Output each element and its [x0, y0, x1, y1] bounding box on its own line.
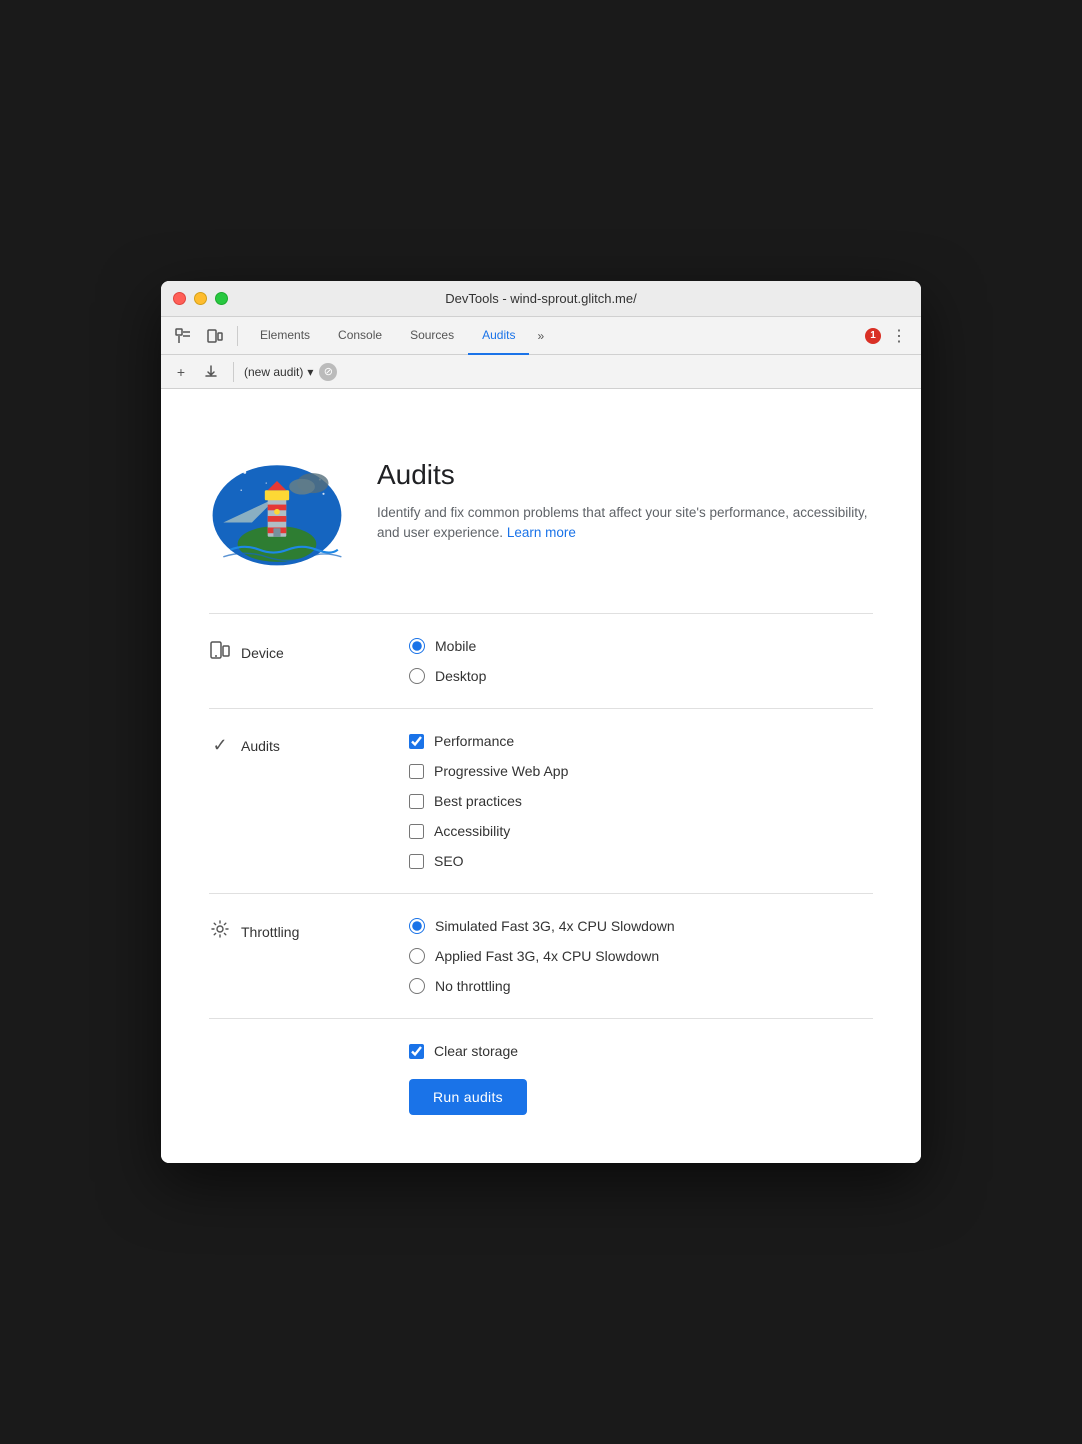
- device-label: Device: [209, 638, 409, 665]
- clear-storage-option[interactable]: Clear storage: [409, 1043, 518, 1059]
- device-desktop-radio[interactable]: [409, 668, 425, 684]
- device-mobile-label: Mobile: [435, 638, 476, 654]
- hero-section: Audits Identify and fix common problems …: [209, 421, 873, 581]
- device-mobile-option[interactable]: Mobile: [409, 638, 486, 654]
- throttling-applied-radio[interactable]: [409, 948, 425, 964]
- throttling-section: Throttling Simulated Fast 3G, 4x CPU Slo…: [209, 894, 873, 1019]
- gear-icon: [209, 920, 231, 943]
- hero-text: Audits Identify and fix common problems …: [377, 459, 873, 544]
- throttling-none-radio[interactable]: [409, 978, 425, 994]
- more-options-button[interactable]: ⋮: [885, 322, 913, 350]
- audit-pwa-label: Progressive Web App: [434, 763, 568, 779]
- lighthouse-illustration: [209, 421, 345, 581]
- throttling-simulated-label: Simulated Fast 3G, 4x CPU Slowdown: [435, 918, 675, 934]
- tab-sources[interactable]: Sources: [396, 317, 468, 355]
- throttling-applied-label: Applied Fast 3G, 4x CPU Slowdown: [435, 948, 659, 964]
- throttling-simulated-option[interactable]: Simulated Fast 3G, 4x CPU Slowdown: [409, 918, 675, 934]
- learn-more-link[interactable]: Learn more: [507, 525, 576, 540]
- audits-options: Performance Progressive Web App Best pra…: [409, 733, 568, 869]
- audit-performance-label: Performance: [434, 733, 514, 749]
- clear-storage-checkbox[interactable]: [409, 1044, 424, 1059]
- device-icon: [209, 640, 231, 665]
- bottom-section: Clear storage Run audits: [209, 1019, 873, 1123]
- audit-seo-checkbox[interactable]: [409, 854, 424, 869]
- new-audit-button[interactable]: +: [169, 360, 193, 384]
- audits-label: ✓ Audits: [209, 733, 409, 756]
- cancel-audit-button[interactable]: ⊘: [319, 363, 337, 381]
- tab-overflow-button[interactable]: »: [529, 317, 552, 355]
- audit-best-practices-option[interactable]: Best practices: [409, 793, 568, 809]
- main-content: Audits Identify and fix common problems …: [161, 389, 921, 1163]
- hero-title: Audits: [377, 459, 873, 491]
- tab-elements[interactable]: Elements: [246, 317, 324, 355]
- audit-selector[interactable]: (new audit) ▾: [244, 365, 313, 379]
- audit-name: (new audit): [244, 365, 303, 379]
- audit-performance-checkbox[interactable]: [409, 734, 424, 749]
- window-title: DevTools - wind-sprout.glitch.me/: [445, 291, 636, 306]
- traffic-lights: [173, 292, 228, 305]
- devtools-window: DevTools - wind-sprout.glitch.me/ Elemen…: [161, 281, 921, 1163]
- audit-pwa-checkbox[interactable]: [409, 764, 424, 779]
- secondary-divider: [233, 362, 234, 382]
- toolbar-divider: [237, 326, 238, 346]
- audit-accessibility-option[interactable]: Accessibility: [409, 823, 568, 839]
- tab-audits[interactable]: Audits: [468, 317, 529, 355]
- dropdown-icon: ▾: [307, 365, 313, 379]
- download-button[interactable]: [199, 360, 223, 384]
- device-options: Mobile Desktop: [409, 638, 486, 684]
- throttling-label: Throttling: [209, 918, 409, 943]
- audit-pwa-option[interactable]: Progressive Web App: [409, 763, 568, 779]
- throttling-simulated-radio[interactable]: [409, 918, 425, 934]
- audit-performance-option[interactable]: Performance: [409, 733, 568, 749]
- throttling-none-label: No throttling: [435, 978, 510, 994]
- audits-section: ✓ Audits Performance Progressive Web App…: [209, 709, 873, 894]
- error-count: 1: [865, 328, 881, 344]
- audit-accessibility-label: Accessibility: [434, 823, 510, 839]
- hero-description: Identify and fix common problems that af…: [377, 503, 873, 544]
- clear-storage-label: Clear storage: [434, 1043, 518, 1059]
- inspect-element-button[interactable]: [169, 322, 197, 350]
- tab-bar: Elements Console Sources Audits »: [246, 317, 552, 355]
- audit-best-practices-label: Best practices: [434, 793, 522, 809]
- throttling-none-option[interactable]: No throttling: [409, 978, 675, 994]
- device-mobile-radio[interactable]: [409, 638, 425, 654]
- throttling-applied-option[interactable]: Applied Fast 3G, 4x CPU Slowdown: [409, 948, 675, 964]
- audit-accessibility-checkbox[interactable]: [409, 824, 424, 839]
- device-toolbar-button[interactable]: [201, 322, 229, 350]
- device-desktop-label: Desktop: [435, 668, 486, 684]
- maximize-button[interactable]: [215, 292, 228, 305]
- devtools-toolbar: Elements Console Sources Audits » 1 ⋮: [161, 317, 921, 355]
- title-bar: DevTools - wind-sprout.glitch.me/: [161, 281, 921, 317]
- close-button[interactable]: [173, 292, 186, 305]
- audit-seo-option[interactable]: SEO: [409, 853, 568, 869]
- audit-seo-label: SEO: [434, 853, 464, 869]
- device-desktop-option[interactable]: Desktop: [409, 668, 486, 684]
- error-badge: 1: [865, 328, 881, 344]
- run-audits-button[interactable]: Run audits: [409, 1079, 527, 1115]
- tab-console[interactable]: Console: [324, 317, 396, 355]
- secondary-toolbar: + (new audit) ▾ ⊘: [161, 355, 921, 389]
- minimize-button[interactable]: [194, 292, 207, 305]
- throttling-options: Simulated Fast 3G, 4x CPU Slowdown Appli…: [409, 918, 675, 994]
- checkmark-icon: ✓: [209, 735, 231, 756]
- audit-best-practices-checkbox[interactable]: [409, 794, 424, 809]
- device-section: Device Mobile Desktop: [209, 614, 873, 709]
